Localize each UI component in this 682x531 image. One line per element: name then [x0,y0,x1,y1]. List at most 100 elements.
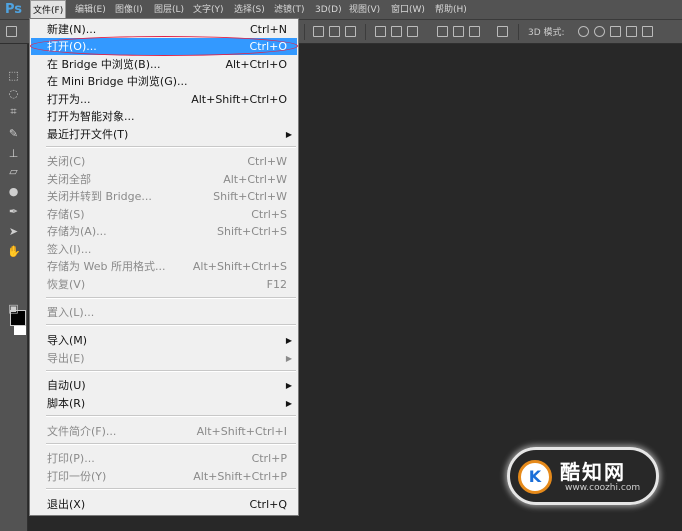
3d-rotate-icon[interactable] [578,26,589,37]
submenu-arrow-icon: ▶ [285,354,292,363]
menu-item-export[interactable]: 导出(E) ▶ [31,350,297,367]
menu-item-file-info[interactable]: 文件简介(F)... Alt+Shift+Ctrl+I [31,423,297,440]
menu-separator [46,146,296,148]
3d-roll-icon[interactable] [594,26,605,37]
menu-item-shortcut: Shift+Ctrl+W [213,190,287,203]
menu-item-shortcut: Ctrl+Q [249,498,287,511]
auto-align-icon[interactable] [497,26,508,37]
menu-item-browse-bridge[interactable]: 在 Bridge 中浏览(B)... Alt+Ctrl+O [31,56,297,73]
submenu-arrow-icon: ▶ [285,381,292,390]
menu-item-label: 打开为... [47,93,91,106]
menu-item-shortcut: Alt+Shift+Ctrl+I [196,425,287,438]
separator [304,24,305,40]
menu-item-save-as[interactable]: 存储为(A)... Shift+Ctrl+S [31,223,297,240]
3d-mode-label: 3D 模式: [528,28,565,38]
eraser-tool-icon[interactable]: ▱ [7,166,20,178]
menu-item-close[interactable]: 关闭(C) Ctrl+W [31,153,297,170]
menu-item-new[interactable]: 新建(N)... Ctrl+N [31,21,297,38]
menu-separator [46,443,296,445]
menu-item-shortcut: Alt+Shift+Ctrl+S [192,260,287,273]
path-select-icon[interactable]: ➤ [7,226,20,238]
menu-view[interactable]: 视图(V) [347,0,382,20]
menu-type[interactable]: 文字(Y) [191,0,226,20]
menu-file[interactable]: 文件(F) [30,0,67,20]
menu-item-shortcut: Alt+Ctrl+W [223,173,287,186]
menu-item-label: 脚本(R) [47,397,86,410]
menu-window[interactable]: 窗口(W) [389,0,427,20]
3d-pan-icon[interactable] [610,26,621,37]
menu-separator [46,415,296,417]
eyedropper-tool-icon[interactable]: ✎ [7,128,20,140]
menu-item-shortcut: Ctrl+S [251,208,287,221]
menu-separator [46,297,296,299]
menu-help[interactable]: 帮助(H) [433,0,469,20]
menu-item-label: 存储(S) [47,208,85,221]
distribute-right-icon[interactable] [469,26,480,37]
distribute-bottom-icon[interactable] [407,26,418,37]
menu-item-label: 在 Mini Bridge 中浏览(G)... [47,75,188,88]
menu-item-save[interactable]: 存储(S) Ctrl+S [31,206,297,223]
menu-item-label: 打印一份(Y) [47,470,107,483]
menu-filter[interactable]: 滤镜(T) [272,0,307,20]
menu-item-import[interactable]: 导入(M) ▶ [31,332,297,349]
separator [365,24,366,40]
lasso-tool-icon[interactable]: ◌ [7,88,20,100]
menu-item-shortcut: Alt+Shift+Ctrl+O [191,93,287,106]
menu-item-open-smart-object[interactable]: 打开为智能对象... [31,108,297,125]
menu-item-label: 存储为 Web 所用格式... [47,260,166,273]
align-bottom-icon[interactable] [345,26,356,37]
quick-mask-icon[interactable]: ▣ [7,303,20,315]
menu-item-open-as[interactable]: 打开为... Alt+Shift+Ctrl+O [31,91,297,108]
watermark-logo-icon: K [518,460,552,494]
pen-tool-icon[interactable]: ✒ [7,206,20,218]
submenu-arrow-icon: ▶ [285,336,292,345]
menu-item-revert[interactable]: 恢复(V) F12 [31,276,297,293]
menu-item-automate[interactable]: 自动(U) ▶ [31,377,297,394]
menu-item-label: 新建(N)... [47,23,97,36]
align-vcenter-icon[interactable] [329,26,340,37]
menu-item-label: 在 Bridge 中浏览(B)... [47,58,161,71]
menu-item-print-one-copy[interactable]: 打印一份(Y) Alt+Shift+Ctrl+P [31,468,297,485]
distribute-hcenter-icon[interactable] [453,26,464,37]
move-tool-icon[interactable] [6,26,17,37]
hand-tool-icon[interactable]: ✋ [7,246,21,258]
menu-item-close-all[interactable]: 关闭全部 Alt+Ctrl+W [31,171,297,188]
submenu-arrow-icon: ▶ [285,399,292,408]
menu-item-label: 关闭全部 [47,173,91,186]
menu-separator [46,488,296,490]
menu-layer[interactable]: 图层(L) [152,0,186,20]
menu-item-close-go-bridge[interactable]: 关闭并转到 Bridge... Shift+Ctrl+W [31,188,297,205]
menu-item-label: 导入(M) [47,334,88,347]
distribute-top-icon[interactable] [375,26,386,37]
clone-stamp-icon[interactable]: ⊥ [7,148,20,160]
marquee-tool-icon[interactable]: ⬚ [7,70,20,82]
menu-item-save-for-web[interactable]: 存储为 Web 所用格式... Alt+Shift+Ctrl+S [31,258,297,275]
menu-item-check-in[interactable]: 签入(I)... [31,241,297,258]
menu-item-recent-files[interactable]: 最近打开文件(T) ▶ [31,126,297,143]
menu-select[interactable]: 选择(S) [232,0,267,20]
menu-item-open[interactable]: 打开(O)... Ctrl+O [31,38,297,55]
menu-item-exit[interactable]: 退出(X) Ctrl+Q [31,496,297,513]
distribute-left-icon[interactable] [437,26,448,37]
blur-tool-icon[interactable]: ● [7,186,20,198]
tools-panel: ⬚ ◌ ⌗ ✎ ⊥ ▱ ● ✒ ➤ ✋ ▣ [0,44,28,531]
align-top-icon[interactable] [313,26,324,37]
menu-image[interactable]: 图像(I) [113,0,145,20]
crop-tool-icon[interactable]: ⌗ [7,106,20,118]
menu-item-label: 存储为(A)... [47,225,107,238]
menu-item-place[interactable]: 置入(L)... [31,304,297,321]
menu-item-label: 自动(U) [47,379,86,392]
menu-item-shortcut: Alt+Shift+Ctrl+P [193,470,287,483]
menu-item-shortcut: Ctrl+N [249,23,287,36]
3d-scale-icon[interactable] [642,26,653,37]
file-menu-dropdown: 新建(N)... Ctrl+N 打开(O)... Ctrl+O 在 Bridge… [29,18,299,516]
menu-3d[interactable]: 3D(D) [313,0,344,20]
menu-edit[interactable]: 编辑(E) [73,0,108,20]
background-color-swatch[interactable] [14,326,26,335]
3d-slide-icon[interactable] [626,26,637,37]
menu-item-browse-mini-bridge[interactable]: 在 Mini Bridge 中浏览(G)... [31,73,297,90]
menu-item-scripts[interactable]: 脚本(R) ▶ [31,395,297,412]
menu-item-print[interactable]: 打印(P)... Ctrl+P [31,450,297,467]
distribute-vcenter-icon[interactable] [391,26,402,37]
menu-item-label: 打开(O)... [47,40,97,53]
